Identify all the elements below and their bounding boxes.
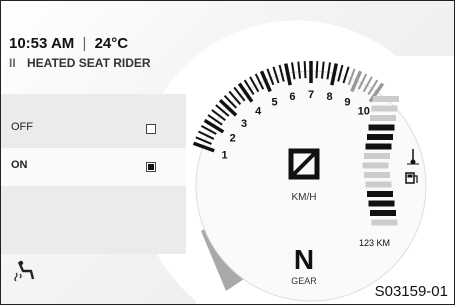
level-bar: [367, 134, 393, 140]
level-bar: [364, 172, 390, 178]
heated-seat-icon: [14, 260, 35, 282]
level-bar: [362, 162, 389, 169]
scale-label: 2: [230, 133, 236, 145]
figure-caption: S03159-01: [374, 283, 448, 300]
level-bar: [364, 153, 390, 159]
scale-label: 4: [255, 106, 262, 118]
level-bar: [371, 219, 398, 226]
gear-label: GEAR: [291, 276, 317, 286]
minor-tick: [303, 61, 307, 79]
option-on[interactable]: ON: [1, 148, 186, 186]
option-on-checkbox[interactable]: [146, 162, 156, 172]
ambient-temperature: 24°C: [94, 35, 129, 52]
scale-label: 7: [308, 89, 314, 101]
scale-label: 9: [344, 97, 350, 109]
level-bar: [370, 115, 396, 121]
option-off-checkbox[interactable]: [146, 124, 156, 134]
clock: 10:53 AM: [9, 35, 75, 52]
status-separator: |: [82, 35, 87, 52]
menu-title-row: II HEATED SEAT RIDER: [9, 56, 151, 70]
scale-label: 3: [241, 118, 247, 130]
option-label: OFF: [11, 121, 33, 133]
level-bar: [373, 96, 399, 102]
status-bar: 10:53 AM | 24°C: [9, 35, 128, 52]
scale-label: 5: [271, 97, 277, 109]
menu-title: HEATED SEAT RIDER: [27, 56, 151, 70]
option-off[interactable]: OFF: [1, 110, 186, 148]
pause-icon: II: [9, 56, 16, 70]
options-panel: OFF ON: [1, 94, 186, 254]
level-bar: [368, 124, 395, 131]
scale-label: 10: [358, 106, 370, 118]
scale-label: 6: [289, 91, 295, 103]
level-bar: [368, 200, 395, 207]
level-bar: [365, 143, 392, 150]
level-bar: [367, 191, 393, 197]
level-bar: [371, 105, 398, 112]
level-bar: [365, 181, 392, 188]
scale-label: 8: [327, 91, 333, 103]
gear-value: N: [294, 244, 314, 275]
dashboard-screen: 1 2 3 4 5 6 7 8 9 10 KM/H N GEAR 123 KM 10:53 AM …: [0, 0, 455, 305]
minor-tick: [315, 61, 319, 79]
level-bar: [370, 210, 396, 216]
option-label: ON: [11, 159, 28, 171]
speed-unit: KM/H: [292, 192, 317, 203]
fuel-range: 123 KM: [359, 238, 390, 248]
scale-label: 1: [221, 150, 227, 162]
